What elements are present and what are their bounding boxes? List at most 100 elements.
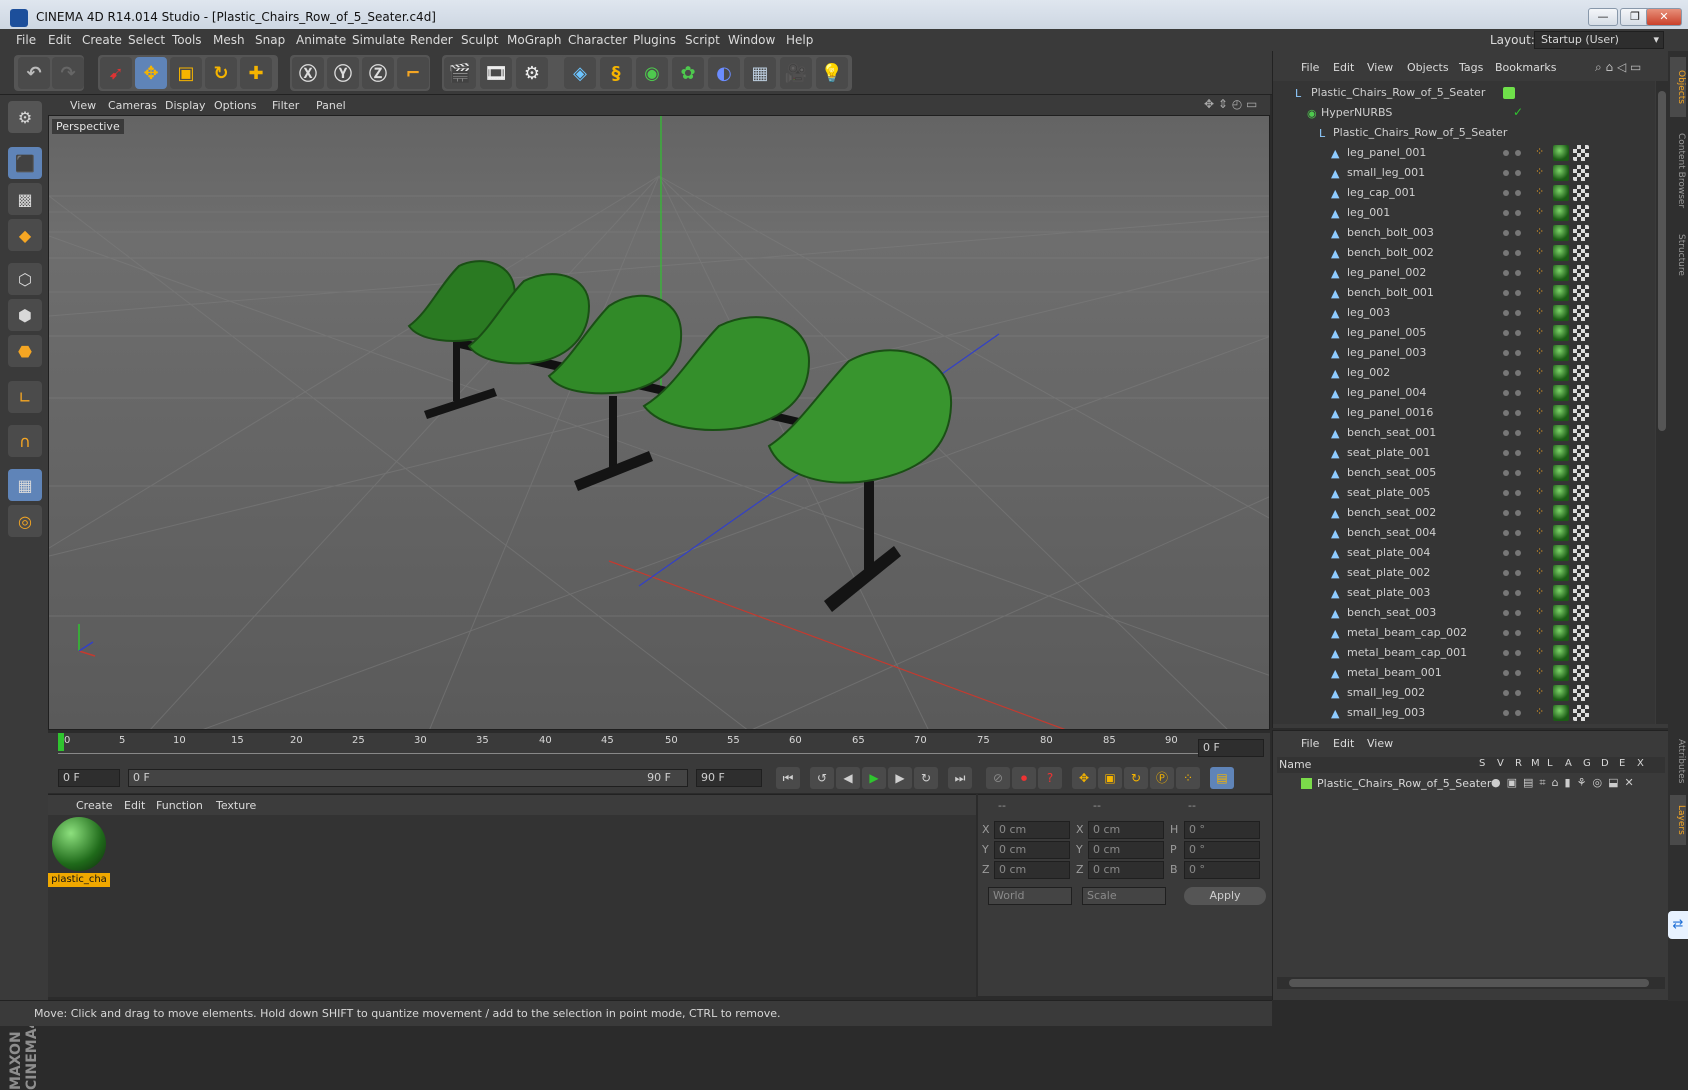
menu-animate[interactable]: Animate bbox=[296, 33, 346, 47]
editor-visibility-dot[interactable] bbox=[1503, 650, 1509, 656]
phong-tag-icon[interactable]: ⁘ bbox=[1535, 485, 1551, 501]
material-tag-icon[interactable] bbox=[1553, 305, 1569, 321]
render-visibility-dot[interactable] bbox=[1515, 490, 1521, 496]
nurbs-icon[interactable]: ◉ bbox=[636, 57, 668, 89]
deformer-icon[interactable]: ◐ bbox=[708, 57, 740, 89]
render-visibility-dot[interactable] bbox=[1515, 410, 1521, 416]
tree-row-object[interactable]: ▲ leg_panel_0016 ⁘ bbox=[1273, 403, 1655, 423]
layer-color-swatch[interactable] bbox=[1301, 778, 1312, 789]
x-axis-lock-icon[interactable]: Ⓧ bbox=[292, 57, 324, 89]
material-tag-icon[interactable] bbox=[1553, 605, 1569, 621]
phong-tag-icon[interactable]: ⁘ bbox=[1535, 465, 1551, 481]
tree-row-root[interactable]: L Plastic_Chairs_Row_of_5_Seater bbox=[1273, 83, 1655, 103]
coord-size-z-field[interactable]: 0 cm bbox=[1088, 861, 1164, 879]
uvw-tag-icon[interactable] bbox=[1573, 385, 1589, 401]
teamviewer-icon[interactable]: ⇄ bbox=[1668, 911, 1688, 939]
go-to-start-icon[interactable]: ⏮ bbox=[776, 767, 800, 789]
move-tool-icon[interactable]: ✥ bbox=[135, 57, 167, 89]
uvw-tag-icon[interactable] bbox=[1573, 285, 1589, 301]
coord-pos-x-field[interactable]: 0 cm bbox=[994, 821, 1070, 839]
layer-menu-view[interactable]: View bbox=[1367, 737, 1393, 750]
render-visibility-dot[interactable] bbox=[1515, 230, 1521, 236]
viewport-menu-panel[interactable]: Panel bbox=[316, 99, 346, 112]
viewport-menu-view[interactable]: View bbox=[70, 99, 96, 112]
coord-size-y-field[interactable]: 0 cm bbox=[1088, 841, 1164, 859]
menu-snap[interactable]: Snap bbox=[255, 33, 285, 47]
material-tag-icon[interactable] bbox=[1553, 405, 1569, 421]
phong-tag-icon[interactable]: ⁘ bbox=[1535, 225, 1551, 241]
tab-layers[interactable]: Layers bbox=[1670, 795, 1686, 845]
editor-visibility-dot[interactable] bbox=[1503, 590, 1509, 596]
render-picture-viewer-icon[interactable]: 🎞 bbox=[480, 57, 512, 89]
editor-visibility-dot[interactable] bbox=[1503, 630, 1509, 636]
material-tag-icon[interactable] bbox=[1553, 465, 1569, 481]
menu-simulate[interactable]: Simulate bbox=[352, 33, 405, 47]
phong-tag-icon[interactable]: ⁘ bbox=[1535, 585, 1551, 601]
uvw-tag-icon[interactable] bbox=[1573, 405, 1589, 421]
render-visibility-dot[interactable] bbox=[1515, 390, 1521, 396]
uvw-tag-icon[interactable] bbox=[1573, 265, 1589, 281]
editor-visibility-dot[interactable] bbox=[1503, 710, 1509, 716]
menu-sculpt[interactable]: Sculpt bbox=[461, 33, 498, 47]
menu-tools[interactable]: Tools bbox=[172, 33, 202, 47]
menu-plugins[interactable]: Plugins bbox=[633, 33, 676, 47]
material-tag-icon[interactable] bbox=[1553, 585, 1569, 601]
minimize-button[interactable]: — bbox=[1588, 8, 1618, 26]
tree-row-object[interactable]: ▲ bench_seat_005 ⁘ bbox=[1273, 463, 1655, 483]
tree-row-object[interactable]: ▲ seat_plate_004 ⁘ bbox=[1273, 543, 1655, 563]
editor-visibility-dot[interactable] bbox=[1503, 390, 1509, 396]
uvw-tag-icon[interactable] bbox=[1573, 565, 1589, 581]
phong-tag-icon[interactable]: ⁘ bbox=[1535, 685, 1551, 701]
light-icon[interactable]: 💡 bbox=[816, 57, 848, 89]
material-tag-icon[interactable] bbox=[1553, 285, 1569, 301]
redo-icon[interactable]: ↷ bbox=[52, 57, 84, 89]
menu-select[interactable]: Select bbox=[128, 33, 165, 47]
coord-space-dropdown[interactable]: World bbox=[988, 887, 1072, 905]
uvw-tag-icon[interactable] bbox=[1573, 485, 1589, 501]
tree-row-group[interactable]: L Plastic_Chairs_Row_of_5_Seater bbox=[1273, 123, 1655, 143]
play-icon[interactable]: ▶ bbox=[862, 767, 886, 789]
phong-tag-icon[interactable]: ⁘ bbox=[1535, 245, 1551, 261]
menu-mesh[interactable]: Mesh bbox=[213, 33, 245, 47]
phong-tag-icon[interactable]: ⁘ bbox=[1535, 505, 1551, 521]
workplane-lock-icon[interactable]: ▦ bbox=[8, 469, 42, 501]
viewport-menu-display[interactable]: Display bbox=[165, 99, 206, 112]
record-disabled-icon[interactable]: ⊘ bbox=[986, 767, 1010, 789]
tab-objects[interactable]: Objects bbox=[1670, 57, 1686, 117]
material-tag-icon[interactable] bbox=[1553, 365, 1569, 381]
workplane-mode-icon[interactable]: ◆ bbox=[8, 219, 42, 251]
render-visibility-dot[interactable] bbox=[1515, 190, 1521, 196]
phong-tag-icon[interactable]: ⁘ bbox=[1535, 445, 1551, 461]
uvw-tag-icon[interactable] bbox=[1573, 645, 1589, 661]
editor-visibility-dot[interactable] bbox=[1503, 670, 1509, 676]
make-editable-icon[interactable]: ⚙ bbox=[8, 101, 42, 133]
viewport-nav-icons[interactable]: ✥ ⇕ ◴ ▭ bbox=[1204, 97, 1257, 111]
object-menu-tags[interactable]: Tags bbox=[1459, 61, 1483, 74]
autokey-icon[interactable]: ⏺ bbox=[1012, 767, 1036, 789]
editor-visibility-dot[interactable] bbox=[1503, 330, 1509, 336]
material-tag-icon[interactable] bbox=[1553, 225, 1569, 241]
spline-icon[interactable]: § bbox=[600, 57, 632, 89]
editor-visibility-dot[interactable] bbox=[1503, 530, 1509, 536]
phong-tag-icon[interactable]: ⁘ bbox=[1535, 565, 1551, 581]
menu-help[interactable]: Help bbox=[786, 33, 813, 47]
viewport-menu-cameras[interactable]: Cameras bbox=[108, 99, 157, 112]
material-tag-icon[interactable] bbox=[1553, 185, 1569, 201]
editor-visibility-dot[interactable] bbox=[1503, 230, 1509, 236]
editor-visibility-dot[interactable] bbox=[1503, 250, 1509, 256]
render-visibility-dot[interactable] bbox=[1515, 210, 1521, 216]
phong-tag-icon[interactable]: ⁘ bbox=[1535, 605, 1551, 621]
material-menu-edit[interactable]: Edit bbox=[124, 799, 145, 812]
menu-script[interactable]: Script bbox=[685, 33, 720, 47]
key-position-icon[interactable]: ✥ bbox=[1072, 767, 1096, 789]
material-menu-function[interactable]: Function bbox=[156, 799, 203, 812]
tree-row-object[interactable]: ▲ seat_plate_003 ⁘ bbox=[1273, 583, 1655, 603]
y-axis-lock-icon[interactable]: Ⓨ bbox=[327, 57, 359, 89]
phong-tag-icon[interactable]: ⁘ bbox=[1535, 425, 1551, 441]
uvw-tag-icon[interactable] bbox=[1573, 185, 1589, 201]
object-scrollbar[interactable] bbox=[1656, 81, 1668, 724]
editor-visibility-dot[interactable] bbox=[1503, 370, 1509, 376]
editor-visibility-dot[interactable] bbox=[1503, 570, 1509, 576]
tree-row-object[interactable]: ▲ leg_003 ⁘ bbox=[1273, 303, 1655, 323]
snap-magnet-icon[interactable]: ∩ bbox=[8, 425, 42, 457]
